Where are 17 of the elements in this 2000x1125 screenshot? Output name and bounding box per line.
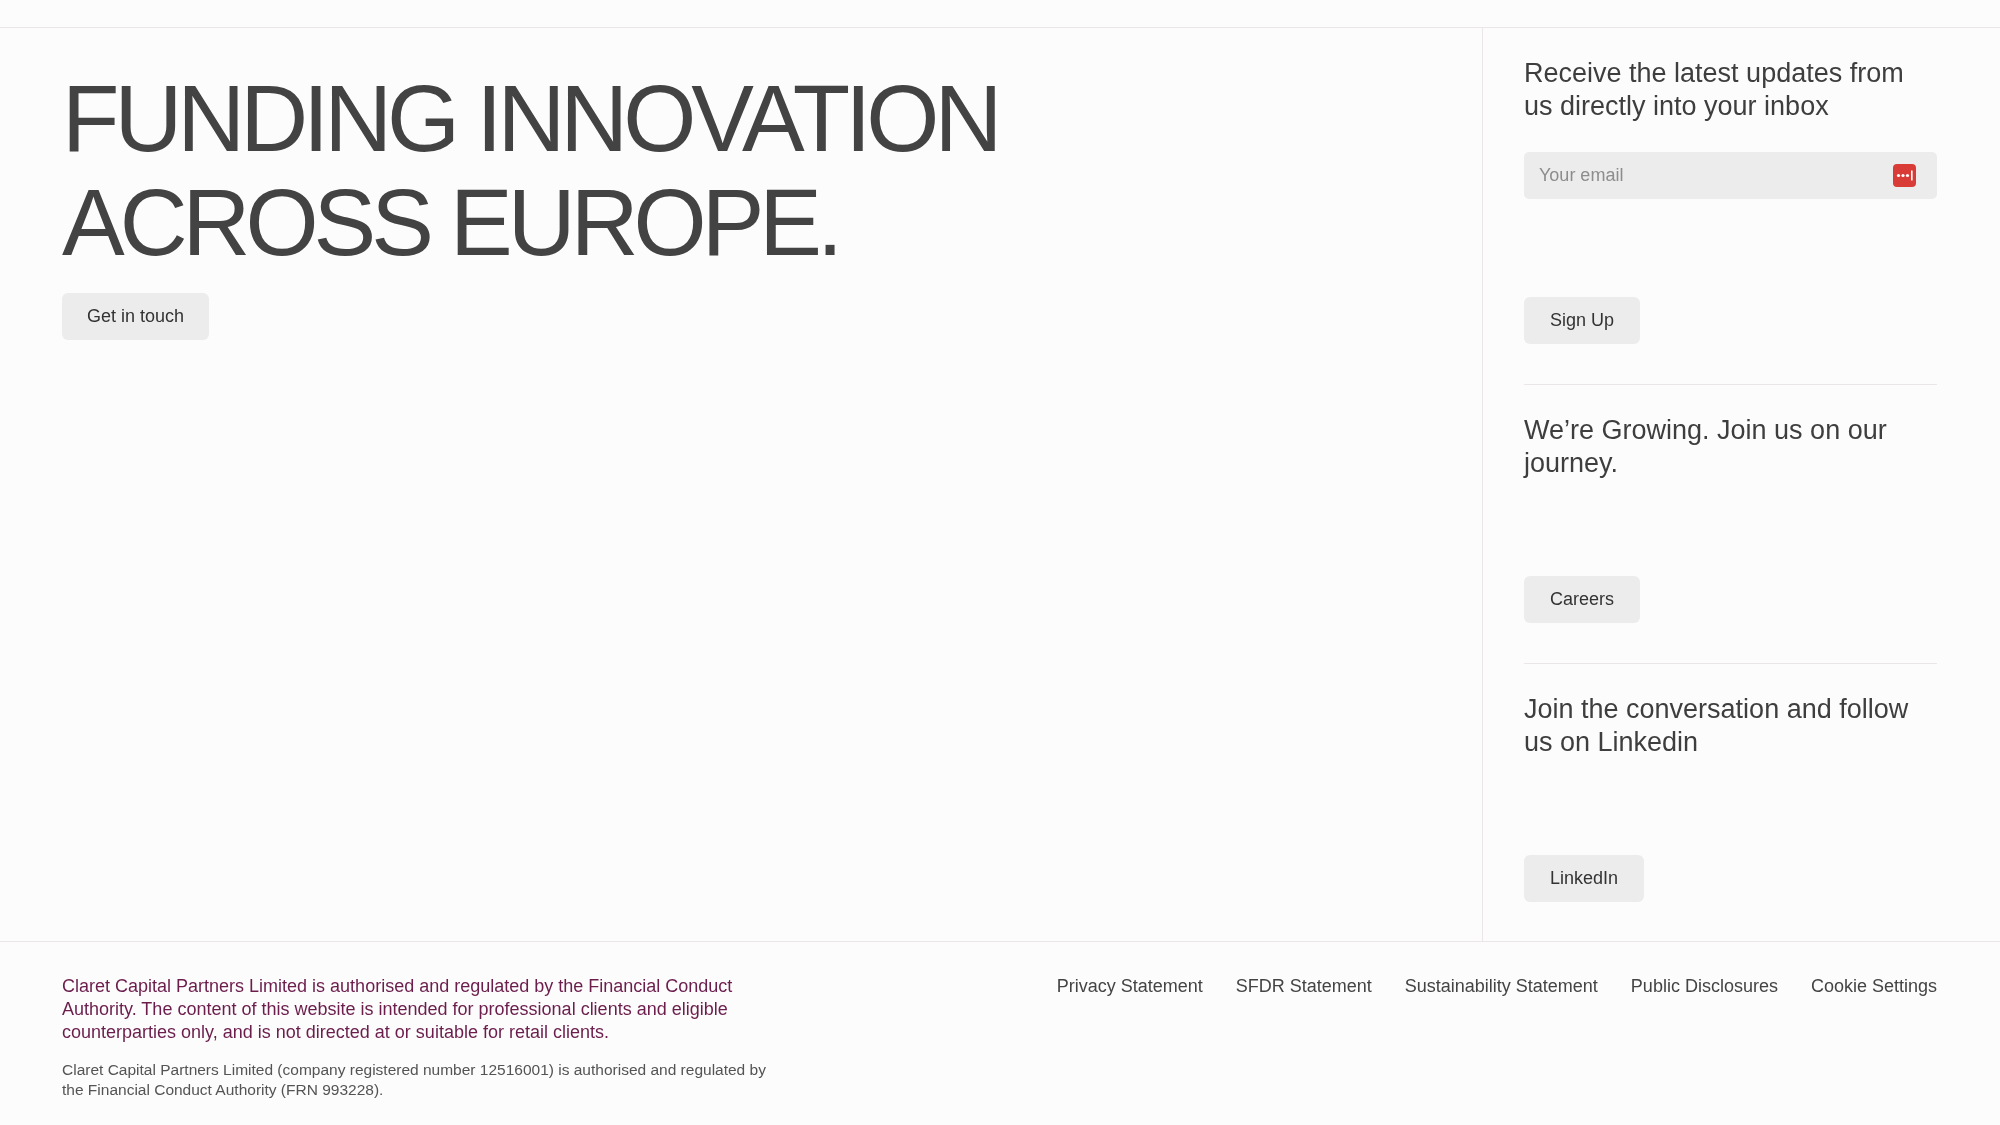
- section-heading: We’re Growing. Join us on our journey.: [1524, 414, 1888, 480]
- email-field[interactable]: Your email: [1524, 152, 1937, 199]
- get-in-touch-button[interactable]: Get in touch: [62, 293, 210, 340]
- sign-up-button[interactable]: Sign Up: [1524, 297, 1641, 344]
- footer-link[interactable]: Privacy Statement: [1056, 975, 1203, 998]
- section-button[interactable]: LinkedIn: [1524, 855, 1645, 902]
- section-button[interactable]: Careers: [1524, 576, 1641, 623]
- regulatory-disclaimer: Claret Capital Partners Limited is authorised and regulated by the Financial Conduct Authority. The content of this website is intended for professional clients and eligible counterparties only, and is not directed at or suitable for retail clients.: [62, 975, 734, 1044]
- footer-link[interactable]: Sustainability Statement: [1404, 975, 1598, 998]
- section-heading: Receive the latest updates from us directly into your inbox: [1524, 57, 1905, 123]
- registration-note: Claret Capital Partners Limited (company registered number 12516001) is authorised and regulated by the Financial Conduct Authority (FRN 993228).: [62, 1060, 767, 1099]
- password-dots-icon[interactable]: [1893, 164, 1916, 187]
- footer-link[interactable]: SFDR Statement: [1235, 975, 1372, 998]
- footer-link[interactable]: Cookie Settings: [1810, 975, 1937, 998]
- section-heading: Join the conversation and follow us on Linkedin: [1524, 693, 1910, 759]
- footer-link[interactable]: Public Disclosures: [1630, 975, 1778, 998]
- hero-heading: FUNDING INNOVATION ACROSS EUROPE.: [62, 67, 999, 275]
